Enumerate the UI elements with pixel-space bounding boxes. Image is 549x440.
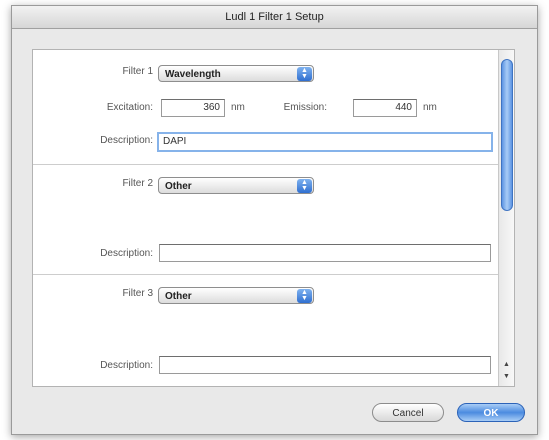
filters-scroll-panel: Filter 1 Wavelength ▲ ▼ Excitation: 360 n… [32, 49, 515, 387]
filter-3-description-label: Description: [100, 360, 153, 371]
filter-3-description-field[interactable] [159, 356, 491, 374]
excitation-unit: nm [231, 102, 245, 113]
filter-1-type-value: Wavelength [165, 69, 221, 80]
filter-2-section: Filter 2 Other ▲ ▼ Description: [33, 164, 514, 275]
filter-1-label: Filter 1 [122, 66, 153, 77]
filter-1-description-label: Description: [100, 135, 153, 146]
scrollbar-thumb[interactable] [501, 59, 513, 211]
emission-label: Emission: [283, 102, 327, 113]
filter-3-section: Filter 3 Other ▲ ▼ Description: [33, 274, 514, 386]
cancel-button[interactable]: Cancel [372, 403, 444, 422]
scroll-down-arrow-icon[interactable]: ▼ [502, 371, 511, 382]
filter-1-type-popup[interactable]: Wavelength ▲ ▼ [158, 65, 314, 82]
vertical-scrollbar[interactable]: ▲ ▼ [498, 50, 514, 386]
filter-3-label: Filter 3 [122, 288, 153, 299]
excitation-label: Excitation: [106, 102, 153, 113]
filter-2-type-popup[interactable]: Other ▲ ▼ [158, 177, 314, 194]
up-down-arrows-icon: ▲ ▼ [297, 289, 312, 303]
filter-3-type-popup[interactable]: Other ▲ ▼ [158, 287, 314, 304]
filter-1-description-field[interactable]: DAPI [157, 132, 493, 152]
emission-unit: nm [423, 102, 437, 113]
scroll-up-arrow-icon[interactable]: ▲ [502, 359, 511, 370]
filter-3-type-value: Other [165, 291, 192, 302]
emission-field[interactable]: 440 [353, 99, 417, 117]
excitation-field[interactable]: 360 [161, 99, 225, 117]
ok-button[interactable]: OK [457, 403, 525, 422]
filter-1-section: Filter 1 Wavelength ▲ ▼ Excitation: 360 n… [33, 50, 514, 165]
up-down-arrows-icon: ▲ ▼ [297, 179, 312, 193]
filter-2-description-label: Description: [100, 248, 153, 259]
filter-setup-dialog: Ludl 1 Filter 1 Setup Filter 1 Wavelengt… [11, 5, 538, 435]
dialog-title: Ludl 1 Filter 1 Setup [12, 6, 537, 29]
up-down-arrows-icon: ▲ ▼ [297, 67, 312, 81]
filter-2-type-value: Other [165, 181, 192, 192]
filter-2-label: Filter 2 [122, 178, 153, 189]
filter-2-description-field[interactable] [159, 244, 491, 262]
